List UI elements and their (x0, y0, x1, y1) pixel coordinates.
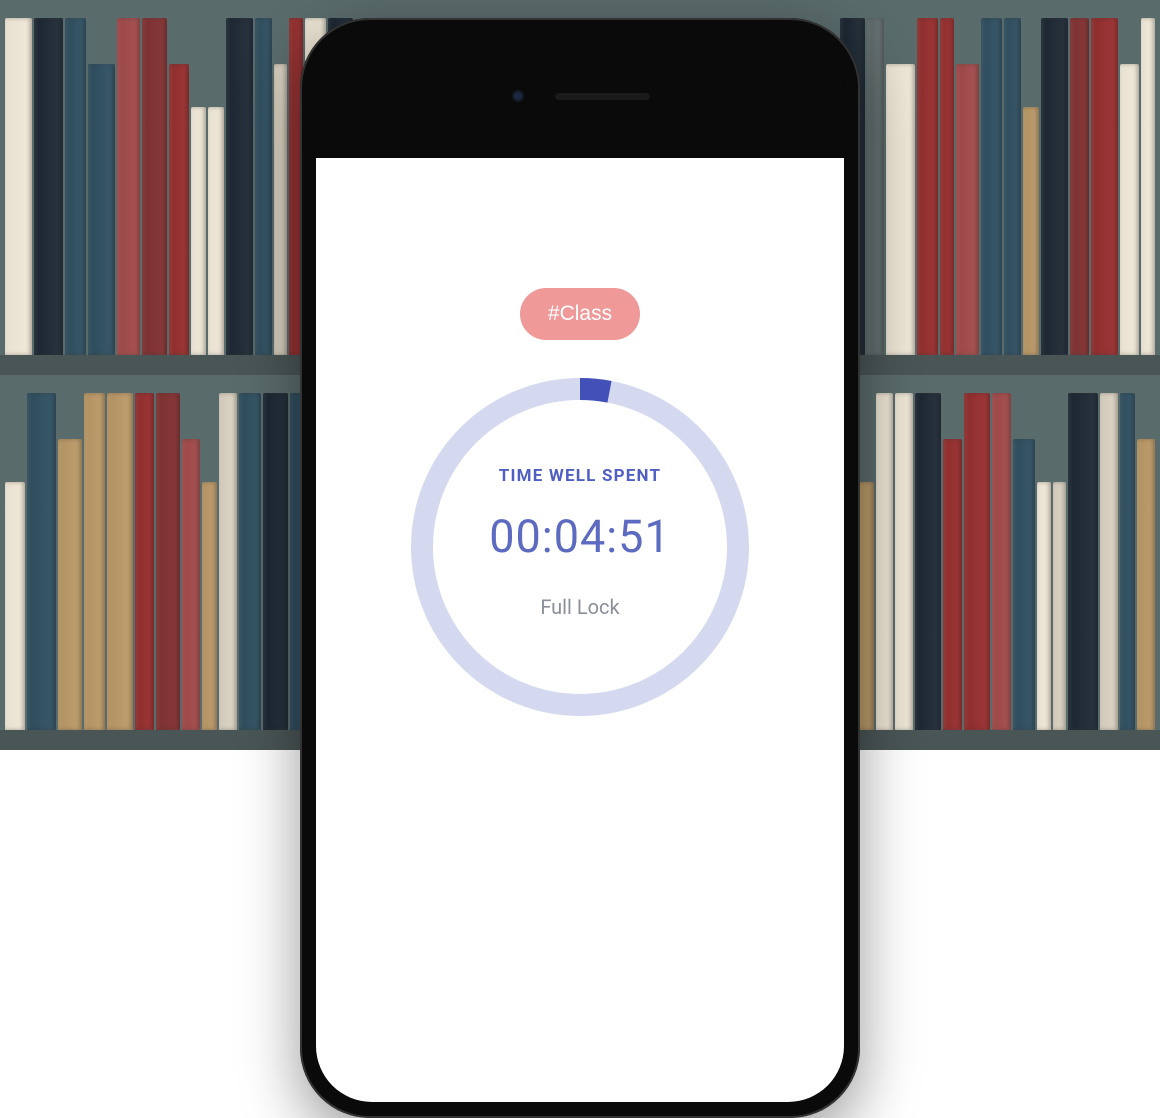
timer-progress-ring (411, 378, 749, 716)
tag-pill[interactable]: #Class (520, 288, 640, 340)
speaker-grille (555, 93, 650, 100)
camera-icon (511, 89, 525, 103)
phone-frame: #Class TIME WELL SPENT 00:04:51 Full Loc… (300, 18, 860, 1118)
phone-notch (316, 34, 844, 158)
timer-circle[interactable]: TIME WELL SPENT 00:04:51 Full Lock (411, 378, 749, 716)
phone-inner: #Class TIME WELL SPENT 00:04:51 Full Loc… (316, 34, 844, 1102)
app-screen: #Class TIME WELL SPENT 00:04:51 Full Loc… (316, 158, 844, 1102)
